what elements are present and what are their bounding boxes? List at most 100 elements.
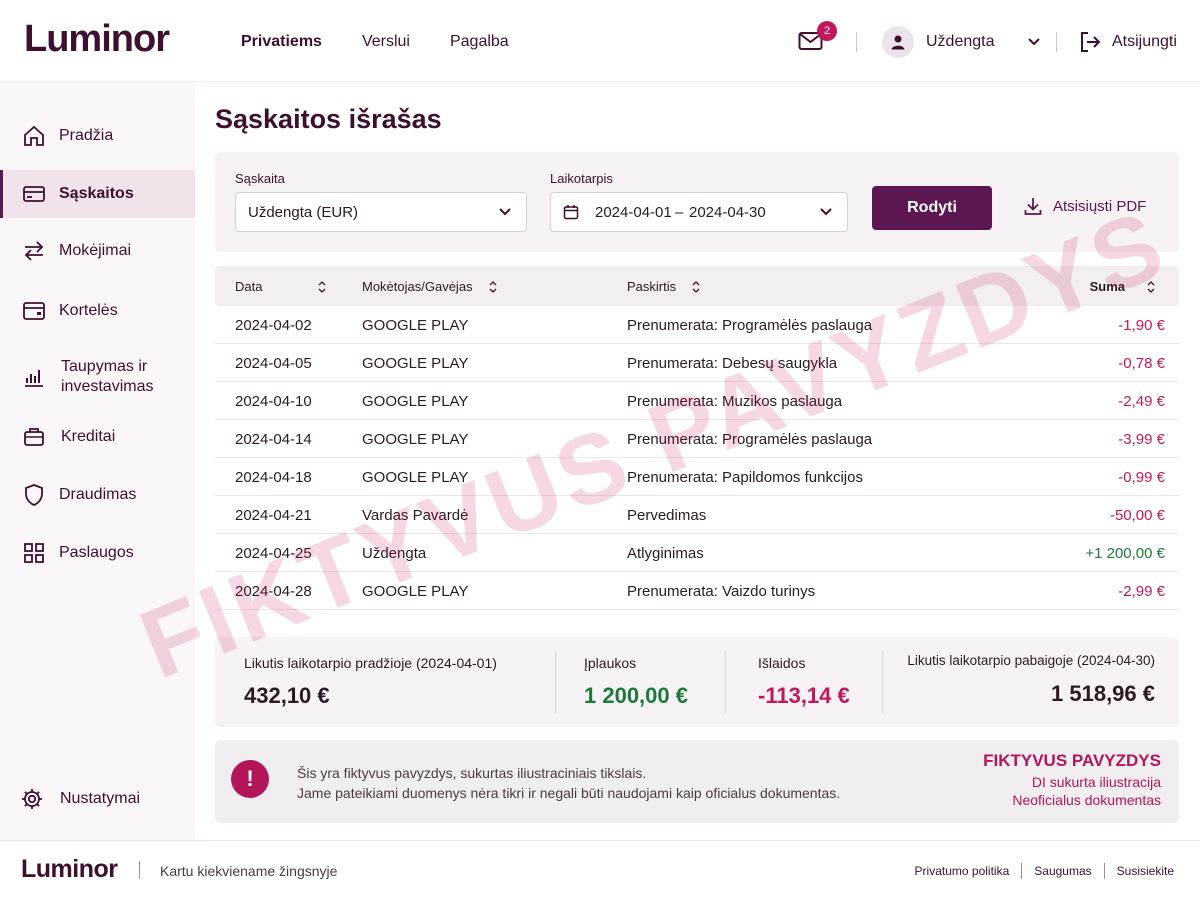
table-header: Data Mokėtojas/Gavėjas Paskirtis Suma bbox=[215, 266, 1179, 306]
period-select[interactable]: 2024-04-01 – 2024-04-30 bbox=[550, 192, 848, 232]
period-label: Laikotarpis bbox=[550, 171, 613, 186]
cell-purpose: Pervedimas bbox=[627, 507, 707, 524]
luminor-logo[interactable]: Luminor bbox=[24, 18, 170, 61]
summary-end: Likutis laikotarpio pabaigoje (2024-04-3… bbox=[907, 653, 1155, 706]
nav-verslui[interactable]: Verslui bbox=[362, 33, 410, 51]
income-value: 1 200,00 € bbox=[584, 683, 688, 708]
cell-amount: -2,49 € bbox=[1118, 393, 1165, 410]
summary-expenses: Išlaidos -113,14 € bbox=[758, 655, 850, 708]
account-select-value: Uždengta (EUR) bbox=[248, 203, 359, 221]
sort-icon bbox=[692, 280, 700, 293]
footer-divider bbox=[139, 861, 140, 879]
cell-purpose: Prenumerata: Muzikos paslauga bbox=[627, 393, 843, 410]
cell-date: 2024-04-05 bbox=[235, 355, 312, 372]
briefcase-icon bbox=[24, 428, 44, 446]
user-icon bbox=[891, 35, 905, 50]
sidebar-item-cards[interactable]: Kortelės bbox=[0, 297, 195, 325]
show-button[interactable]: Rodyti bbox=[872, 186, 992, 230]
calendar-icon bbox=[563, 205, 579, 220]
nav-privatiems[interactable]: Privatiems bbox=[241, 33, 322, 51]
summary-divider bbox=[555, 651, 556, 713]
logout-label: Atsijungti bbox=[1112, 33, 1177, 50]
column-header-amount[interactable]: Suma bbox=[1090, 279, 1155, 294]
summary-divider bbox=[725, 651, 726, 713]
logout-icon bbox=[1081, 32, 1101, 52]
download-pdf-button[interactable]: Atsisiųsti PDF bbox=[1023, 196, 1146, 216]
start-balance: 432,10 € bbox=[244, 683, 330, 708]
cell-party: GOOGLE PLAY bbox=[362, 469, 469, 486]
cell-party: GOOGLE PLAY bbox=[362, 393, 469, 410]
footer-link-privacy[interactable]: Privatumo politika bbox=[915, 864, 1010, 878]
sidebar-item-services[interactable]: Paslaugos bbox=[0, 539, 195, 567]
table-row[interactable]: 2024-04-05 GOOGLE PLAY Prenumerata: Debesų… bbox=[215, 344, 1179, 382]
cell-party: GOOGLE PLAY bbox=[362, 583, 469, 600]
chevron-down-icon bbox=[1027, 38, 1040, 46]
sidebar-item-home[interactable]: Pradžia bbox=[0, 122, 195, 150]
table-row[interactable]: 2024-04-21 Vardas Pavardė Pervedimas -50,00… bbox=[215, 496, 1179, 534]
summary-panel: Likutis laikotarpio pradžioje (2024-04-0… bbox=[215, 637, 1179, 727]
user-name: Uždengta bbox=[926, 33, 995, 50]
summary-income: Įplaukos 1 200,00 € bbox=[584, 655, 688, 708]
cell-purpose: Prenumerata: Vaizdo turinys bbox=[627, 583, 816, 600]
avatar bbox=[882, 26, 914, 58]
cell-purpose: Prenumerata: Debesų saugykla bbox=[627, 355, 838, 372]
end-balance: 1 518,96 € bbox=[1051, 681, 1155, 706]
footer-link-contact[interactable]: Susisiekite bbox=[1117, 864, 1174, 878]
table-row[interactable]: 2024-04-18 GOOGLE PLAY Prenumerata: Papild… bbox=[215, 458, 1179, 496]
bar-chart-icon bbox=[25, 370, 43, 387]
cell-purpose: Prenumerata: Papildomos funkcijos bbox=[627, 469, 863, 486]
column-header-date[interactable]: Data bbox=[235, 279, 326, 294]
table-row[interactable]: 2024-04-02 GOOGLE PLAY Prenumerata: Progra… bbox=[215, 306, 1179, 344]
disclaimer-notice: ! Šis yra fiktyvus pavyzdys, sukurtas il… bbox=[215, 740, 1179, 823]
cell-date: 2024-04-25 bbox=[235, 545, 312, 562]
page-title: Sąskaitos išrašas bbox=[215, 104, 442, 134]
table-row[interactable]: 2024-04-28 GOOGLE PLAY Prenumerata: Vaizdo… bbox=[215, 572, 1179, 610]
sidebar-item-savings[interactable]: Taupymas ir investavimas bbox=[0, 355, 195, 399]
transactions-table: Data Mokėtojas/Gavėjas Paskirtis Suma 20… bbox=[215, 266, 1179, 610]
cell-purpose: Prenumerata: Programėlės paslauga bbox=[627, 317, 873, 334]
chevron-down-icon bbox=[499, 208, 511, 216]
disclaimer-text: Šis yra fiktyvus pavyzdys, sukurtas iliu… bbox=[297, 765, 841, 801]
sidebar-item-credits[interactable]: Kreditai bbox=[0, 423, 195, 451]
table-row[interactable]: 2024-04-10 GOOGLE PLAY Prenumerata: Muziko… bbox=[215, 382, 1179, 420]
logout-button[interactable]: Atsijungti bbox=[1078, 30, 1177, 54]
cell-date: 2024-04-02 bbox=[235, 317, 312, 334]
date-to: 2024-04-30 bbox=[689, 203, 766, 221]
table-row[interactable]: 2024-04-25 Uždengta Atlyginimas +1 200,00 € bbox=[215, 534, 1179, 572]
account-select[interactable]: Uždengta (EUR) bbox=[235, 192, 527, 232]
sidebar: Pradžia Sąskaitos Mokėjimai Kortelės Tau… bbox=[0, 82, 195, 840]
cell-party: GOOGLE PLAY bbox=[362, 431, 469, 448]
sidebar-item-payments[interactable]: Mokėjimai bbox=[0, 237, 195, 265]
summary-divider bbox=[882, 651, 883, 713]
column-header-purpose[interactable]: Paskirtis bbox=[627, 279, 700, 294]
table-body: 2024-04-02 GOOGLE PLAY Prenumerata: Progra… bbox=[215, 306, 1179, 610]
cell-amount: -1,90 € bbox=[1118, 317, 1165, 334]
expenses-value: -113,14 € bbox=[758, 683, 850, 708]
transfer-arrows-icon bbox=[24, 241, 44, 261]
sidebar-item-accounts[interactable]: Sąskaitos bbox=[0, 170, 195, 218]
user-menu[interactable]: Uždengta bbox=[882, 26, 1041, 58]
footer-logo[interactable]: Luminor bbox=[21, 855, 118, 884]
account-label: Sąskaita bbox=[235, 171, 285, 186]
filter-panel: Sąskaita Uždengta (EUR) Laikotarpis 2024… bbox=[215, 152, 1179, 252]
grid-icon bbox=[24, 543, 44, 563]
cell-party: Uždengta bbox=[362, 545, 427, 562]
footer-link-divider bbox=[1103, 863, 1105, 879]
download-icon bbox=[1024, 198, 1042, 215]
top-header: Luminor Privatiems Verslui Pagalba 2 Užd… bbox=[0, 0, 1200, 82]
sort-icon bbox=[319, 280, 326, 293]
sidebar-item-insurance[interactable]: Draudimas bbox=[0, 481, 195, 509]
table-row[interactable]: 2024-04-14 GOOGLE PLAY Prenumerata: Progra… bbox=[215, 420, 1179, 458]
summary-start: Likutis laikotarpio pradžioje (2024-04-0… bbox=[244, 655, 497, 708]
header-divider bbox=[1056, 32, 1057, 52]
footer-link-security[interactable]: Saugumas bbox=[1034, 864, 1091, 878]
cell-date: 2024-04-14 bbox=[235, 431, 312, 448]
mail-badge: 2 bbox=[817, 21, 837, 41]
column-header-party[interactable]: Mokėtojas/Gavėjas bbox=[362, 279, 497, 294]
sort-icon bbox=[489, 280, 497, 293]
nav-pagalba[interactable]: Pagalba bbox=[450, 33, 509, 51]
sidebar-item-settings[interactable]: Nustatymai bbox=[0, 785, 195, 813]
gear-icon bbox=[22, 789, 42, 809]
cell-date: 2024-04-21 bbox=[235, 507, 312, 524]
cell-amount: -3,99 € bbox=[1118, 431, 1165, 448]
